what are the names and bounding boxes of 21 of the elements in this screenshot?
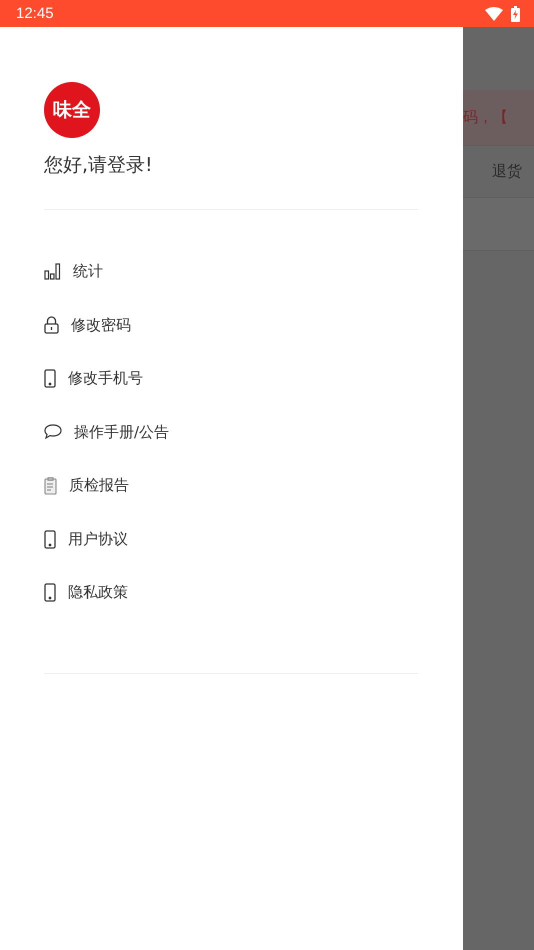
menu-item[interactable]: 修改手机号	[44, 352, 143, 406]
chat-bubble-icon	[44, 424, 62, 440]
menu-item[interactable]: 操作手册/公告	[44, 406, 170, 459]
menu-item[interactable]: 用户协议	[44, 512, 128, 566]
menu-item[interactable]: 统计	[44, 245, 103, 298]
logo: 味全	[44, 82, 100, 138]
battery-icon	[511, 6, 520, 22]
menu-item[interactable]: 质检报告	[44, 459, 129, 512]
bar-chart-icon	[44, 263, 61, 280]
row-text: 退货	[492, 162, 522, 181]
lock-icon	[44, 316, 59, 334]
menu-item[interactable]: 修改密码	[44, 298, 131, 352]
clipboard-icon	[44, 476, 57, 495]
menu-item[interactable]: 隐私政策	[44, 566, 128, 620]
status-time: 12:45	[16, 5, 54, 22]
login-prompt[interactable]: 您好,请登录!	[44, 152, 153, 178]
phone-icon	[44, 369, 56, 388]
phone-icon	[44, 583, 56, 602]
wifi-icon	[485, 6, 503, 20]
notice-text: 码，【	[463, 108, 508, 127]
phone-icon	[44, 530, 56, 549]
